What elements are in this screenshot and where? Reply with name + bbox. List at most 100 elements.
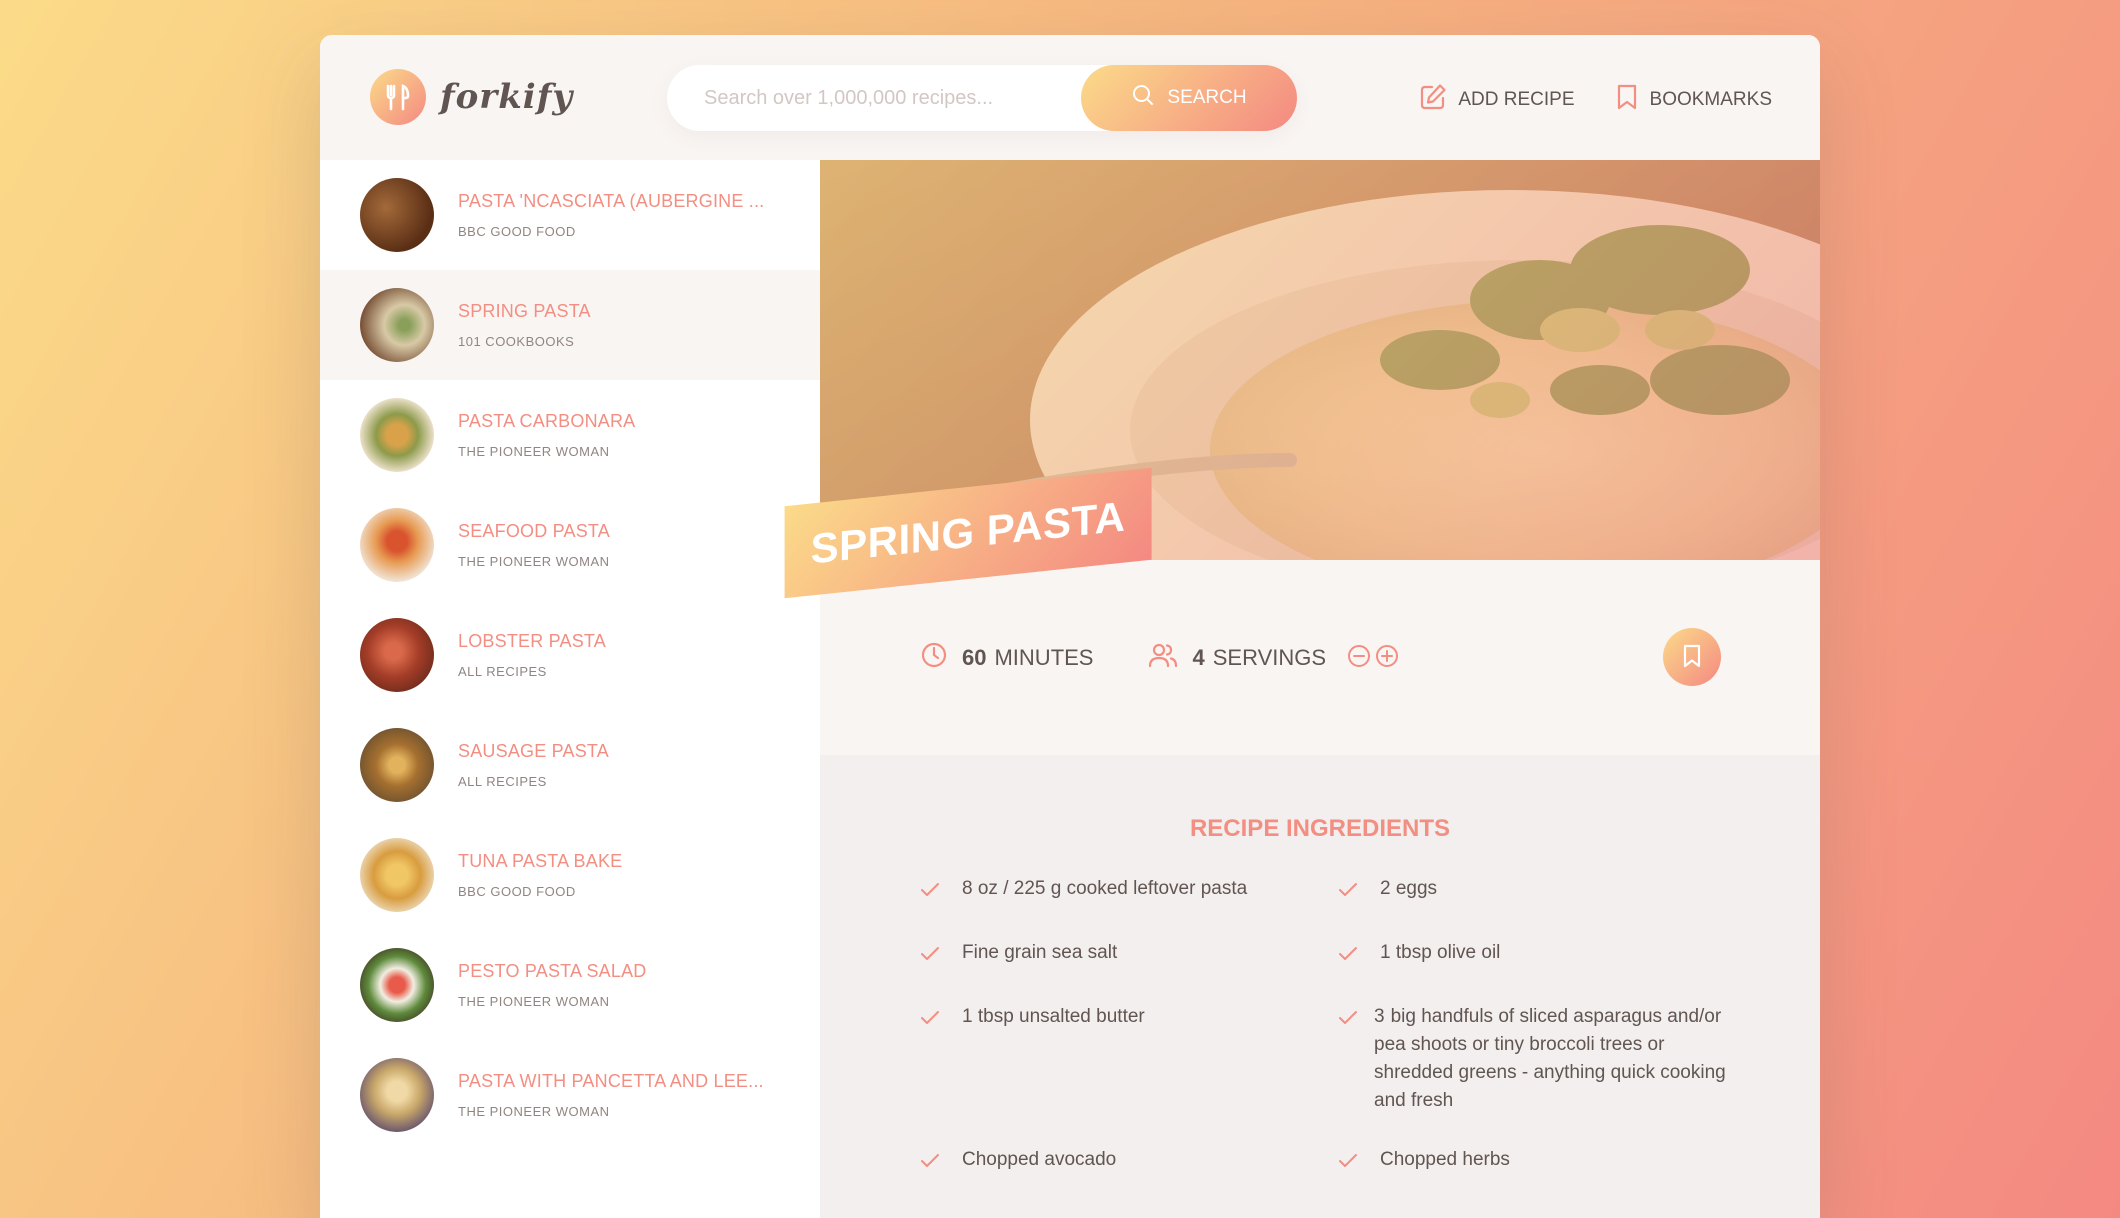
servings: 4 SERVINGS xyxy=(1148,641,1400,675)
result-title: LOBSTER PASTA xyxy=(458,631,606,651)
users-icon xyxy=(1148,641,1178,675)
header: forkify SEARCH ADD RECIPE xyxy=(320,35,1820,160)
clock-icon xyxy=(920,641,948,675)
check-icon xyxy=(920,1151,940,1179)
result-item[interactable]: TUNA PASTA BAKE BBC GOOD FOOD xyxy=(320,820,820,930)
ingredient-item: 1 tbsp olive oil xyxy=(1338,939,1740,972)
ingredient-description: Fine grain sea salt xyxy=(962,942,1118,963)
recipe-thumbnail xyxy=(360,398,434,472)
ingredient-description: 1 tbsp olive oil xyxy=(1380,942,1501,963)
edit-icon xyxy=(1419,83,1447,117)
recipe-view: 60 MINUTES 4 SERVINGS RECIPE INGREDIENTS… xyxy=(820,160,1820,1218)
search-icon xyxy=(1131,83,1155,113)
result-title: PESTO PASTA SALAD xyxy=(458,961,647,981)
check-icon xyxy=(1338,880,1358,908)
servings-unit: SERVINGS xyxy=(1212,644,1327,670)
result-item[interactable]: LOBSTER PASTA ALL RECIPES xyxy=(320,600,820,710)
check-icon xyxy=(1338,1151,1358,1179)
result-title: PASTA CARBONARA xyxy=(458,411,636,431)
result-item[interactable]: PASTA 'NCASCIATA (AUBERGINE ... BBC GOOD … xyxy=(320,160,820,270)
result-publisher: THE PIONEER WOMAN xyxy=(458,1104,610,1119)
fork-knife-icon xyxy=(370,69,426,125)
result-title: SPRING PASTA xyxy=(458,301,591,321)
result-publisher: THE PIONEER WOMAN xyxy=(458,994,610,1009)
recipe-thumbnail xyxy=(360,728,434,802)
ingredient-item: Fine grain sea salt xyxy=(920,939,1338,972)
recipe-thumbnail xyxy=(360,618,434,692)
recipe-thumbnail xyxy=(360,508,434,582)
recipe-title-text: SPRING PASTA xyxy=(810,492,1126,573)
recipe-thumbnail xyxy=(360,178,434,252)
plus-circle-icon xyxy=(1374,643,1400,672)
result-title: SEAFOOD PASTA xyxy=(458,521,610,541)
cooking-time-value: 60 xyxy=(962,644,987,670)
bookmarks-label: BOOKMARKS xyxy=(1649,89,1772,110)
check-icon xyxy=(1338,1008,1358,1036)
result-publisher: ALL RECIPES xyxy=(458,664,547,679)
ingredient-description: Chopped herbs xyxy=(1380,1149,1510,1170)
bookmark-icon xyxy=(1681,643,1703,672)
ingredient-item: 3 big handfuls of sliced asparagus and/or… xyxy=(1338,1003,1740,1115)
logo[interactable]: forkify xyxy=(370,69,573,125)
search-results: PASTA 'NCASCIATA (AUBERGINE ... BBC GOOD … xyxy=(320,160,820,1218)
servings-controls xyxy=(1346,643,1400,672)
bookmark-icon xyxy=(1615,83,1639,117)
cooking-time-unit: MINUTES xyxy=(994,644,1094,670)
nav: ADD RECIPE BOOKMARKS xyxy=(1419,83,1772,117)
check-icon xyxy=(920,944,940,972)
decrease-servings-button[interactable] xyxy=(1346,643,1372,672)
minus-circle-icon xyxy=(1346,643,1372,672)
bookmark-recipe-button[interactable] xyxy=(1663,628,1721,686)
ingredients-heading: RECIPE INGREDIENTS xyxy=(1189,815,1451,842)
result-title: PASTA 'NCASCIATA (AUBERGINE ... xyxy=(458,191,765,211)
ingredient-item: 2 eggs xyxy=(1338,875,1740,908)
ingredient-description: 2 eggs xyxy=(1380,878,1438,899)
servings-value: 4 xyxy=(1192,644,1205,670)
recipe-thumbnail xyxy=(360,1058,434,1132)
result-item[interactable]: PASTA CARBONARA THE PIONEER WOMAN xyxy=(320,380,820,490)
result-publisher: BBC GOOD FOOD xyxy=(458,884,576,899)
result-publisher: THE PIONEER WOMAN xyxy=(458,444,610,459)
ingredient-description: Chopped avocado xyxy=(962,1149,1117,1170)
result-title: SAUSAGE PASTA xyxy=(458,741,609,761)
ingredient-item: Chopped avocado xyxy=(920,1146,1338,1179)
bookmarks-button[interactable]: BOOKMARKS xyxy=(1615,83,1772,117)
ingredient-item: Chopped herbs xyxy=(1338,1146,1740,1179)
ingredient-quantity: 3 xyxy=(1374,1006,1385,1027)
recipe-thumbnail xyxy=(360,948,434,1022)
ingredient-item: 1 tbsp unsalted butter xyxy=(920,1003,1338,1115)
result-publisher: 101 COOKBOOKS xyxy=(458,334,575,349)
result-item-active[interactable]: SPRING PASTA 101 COOKBOOKS xyxy=(320,270,820,380)
search-button-label: SEARCH xyxy=(1167,87,1247,108)
result-item[interactable]: PESTO PASTA SALAD THE PIONEER WOMAN xyxy=(320,930,820,1040)
check-icon xyxy=(1338,944,1358,972)
result-publisher: BBC GOOD FOOD xyxy=(458,224,576,239)
add-recipe-button[interactable]: ADD RECIPE xyxy=(1419,83,1575,117)
search-button[interactable]: SEARCH xyxy=(1081,65,1297,131)
cooking-time: 60 MINUTES xyxy=(920,641,1093,675)
recipe-ingredients: RECIPE INGREDIENTS 8 oz / 225 g cooked l… xyxy=(820,755,1820,1218)
ingredient-description: 1 tbsp unsalted butter xyxy=(962,1006,1145,1027)
result-title: TUNA PASTA BAKE xyxy=(458,851,623,871)
search-input[interactable] xyxy=(704,86,1064,110)
search-form: SEARCH xyxy=(667,65,1297,131)
result-title: PASTA WITH PANCETTA AND LEE... xyxy=(458,1071,764,1091)
result-publisher: THE PIONEER WOMAN xyxy=(458,554,610,569)
check-icon xyxy=(920,880,940,908)
ingredient-list: 8 oz / 225 g cooked leftover pasta 2 egg… xyxy=(920,875,1740,1179)
ingredient-description: big handfuls of sliced asparagus and/or … xyxy=(1374,1006,1726,1111)
increase-servings-button[interactable] xyxy=(1374,643,1400,672)
recipe-details: 60 MINUTES 4 SERVINGS xyxy=(820,560,1820,755)
ingredient-item: 8 oz / 225 g cooked leftover pasta xyxy=(920,875,1338,908)
result-publisher: ALL RECIPES xyxy=(458,774,547,789)
add-recipe-label: ADD RECIPE xyxy=(1458,89,1575,110)
recipe-thumbnail xyxy=(360,838,434,912)
check-icon xyxy=(920,1008,940,1036)
result-item[interactable]: PASTA WITH PANCETTA AND LEE... THE PIONEE… xyxy=(320,1040,820,1150)
app-window: forkify SEARCH ADD RECIPE xyxy=(320,35,1820,1218)
recipe-thumbnail xyxy=(360,288,434,362)
result-item[interactable]: SEAFOOD PASTA THE PIONEER WOMAN xyxy=(320,490,820,600)
result-item[interactable]: SAUSAGE PASTA ALL RECIPES xyxy=(320,710,820,820)
logo-text: forkify xyxy=(440,77,574,117)
ingredient-description: 8 oz / 225 g cooked leftover pasta xyxy=(962,878,1248,899)
